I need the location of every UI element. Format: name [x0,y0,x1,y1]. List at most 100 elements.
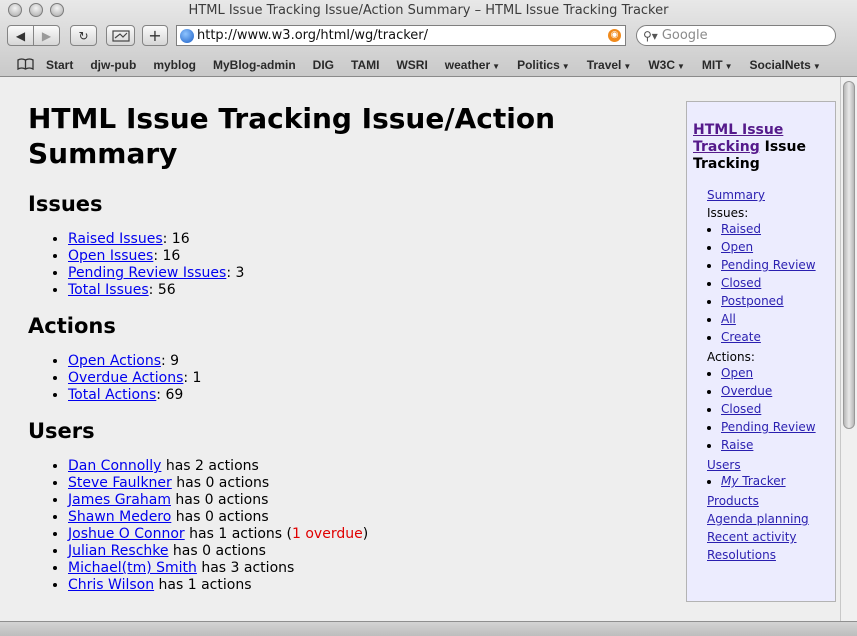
reload-button[interactable]: ↻ [70,25,97,46]
summary-link[interactable]: Total Actions [68,387,156,403]
summary-count: : 16 [153,248,181,264]
user-action-count: has 0 actions [168,543,266,559]
summary-count: : 69 [156,387,184,403]
sidebar-issue-link[interactable]: Pending Review [721,258,816,272]
sidebar-list-item: Open [721,366,829,381]
sidebar-issue-link[interactable]: Open [721,240,753,254]
bookmark-item[interactable]: SocialNets ▼ [750,58,821,72]
bookmarks-book-icon[interactable] [17,57,34,73]
user-link[interactable]: Steve Faulkner [68,475,172,491]
user-link[interactable]: Michael(tm) Smith [68,560,197,576]
bookmark-item[interactable]: WSRI [396,58,427,72]
user-action-count: has 0 actions [171,509,269,525]
summary-link[interactable]: Open Actions [68,353,161,369]
sidebar-action-link[interactable]: Overdue [721,384,772,398]
bookmark-item[interactable]: Travel ▼ [587,58,632,72]
summary-count: : 16 [162,231,190,247]
sidebar-list-item: All [721,312,829,327]
sidebar-actions-label: Actions: [707,350,755,364]
summary-count: : 1 [183,370,202,386]
dropdown-arrow-icon: ▼ [561,62,570,71]
bookmark-label: djw-pub [90,58,137,72]
bookmark-label: Politics [517,58,560,72]
user-link[interactable]: Chris Wilson [68,577,154,593]
browser-chrome: HTML Issue Tracking Issue/Action Summary… [0,0,857,77]
url-text: http://www.w3.org/html/wg/tracker/ [197,28,428,43]
issues-heading: Issues [28,192,103,216]
sidebar-link-my-tracker[interactable]: My Tracker [721,474,786,488]
summary-link[interactable]: Raised Issues [68,231,163,247]
sidebar-issue-links: Raised Open Pending Review Closed Postponed A… [693,222,829,345]
bookmark-item[interactable]: djw-pub [90,58,136,72]
back-button[interactable]: ◀ [7,25,34,46]
actions-heading: Actions [28,314,116,338]
bookmark-label: SocialNets [749,58,811,72]
sidebar-title: HTML Issue Tracking Issue Tracking [693,122,829,173]
dropdown-arrow-icon: ▼ [812,62,821,71]
rss-icon[interactable]: ◉ [608,29,621,42]
scrollbar-thumb[interactable] [843,81,855,429]
sidebar-action-link[interactable]: Open [721,366,753,380]
bookmark-item[interactable]: Politics ▼ [517,58,570,72]
sidebar-link-users[interactable]: Users [707,458,741,472]
user-link[interactable]: Julian Reschke [68,543,168,559]
sidebar-link-summary[interactable]: Summary [707,188,765,202]
snapshot-icon [111,29,130,42]
search-icon: ⚲▾ [643,28,658,43]
sidebar-action-link[interactable]: Closed [721,402,761,416]
bookmark-label: Travel [586,58,622,72]
address-bar[interactable]: http://www.w3.org/html/wg/tracker/ ◉ [176,25,626,46]
summary-count: : 3 [226,265,245,281]
summary-link[interactable]: Pending Review Issues [68,265,226,281]
bookmark-item[interactable]: DIG [313,58,334,72]
bookmark-item[interactable]: myblog [153,58,196,72]
sidebar-issue-link[interactable]: Postponed [721,294,784,308]
bookmark-item[interactable]: MIT ▼ [702,58,733,72]
list-item: Raised Issues: 16 [68,231,668,248]
add-bookmark-button[interactable]: + [142,25,168,46]
bookmark-item[interactable]: Start [46,58,73,72]
snapback-button[interactable] [106,25,135,46]
user-action-count: has 1 actions ( [184,526,292,542]
sidebar-link-resolutions[interactable]: Resolutions [707,548,776,562]
bookmark-label: myblog [153,58,196,72]
user-action-count: has 0 actions [170,492,269,508]
user-link[interactable]: James Graham [68,492,171,508]
user-link[interactable]: Dan Connolly [68,458,161,474]
forward-button[interactable]: ▶ [33,25,60,46]
sidebar-issue-link[interactable]: Create [721,330,761,344]
bookmark-item[interactable]: TAMI [351,58,379,72]
user-link[interactable]: Joshue O Connor [68,526,185,542]
sidebar-link-agenda[interactable]: Agenda planning [707,512,809,526]
my-tracker-text: Tracker [738,474,786,488]
sidebar-action-link[interactable]: Pending Review [721,420,816,434]
sidebar-link-products[interactable]: Products [707,494,759,508]
bookmark-label: WSRI [396,58,428,72]
bookmarks-bar: Start djw-pub myblog MyBlog-admin DIG TAMI WSR… [0,54,857,76]
sidebar-issue-link[interactable]: Closed [721,276,761,290]
bookmark-item[interactable]: MyBlog-admin [213,58,296,72]
sidebar-list-item: Closed [721,402,829,417]
sidebar-issue-link[interactable]: All [721,312,736,326]
summary-link[interactable]: Open Issues [68,248,153,264]
reload-icon: ↻ [78,28,89,43]
window-title: HTML Issue Tracking Issue/Action Summary… [188,3,669,18]
dropdown-arrow-icon: ▼ [623,62,632,71]
bookmark-item[interactable]: W3C ▼ [648,58,685,72]
sidebar-list-item: Raise [721,438,829,453]
back-arrow-icon: ◀ [15,28,26,43]
sidebar-link-recent[interactable]: Recent activity [707,530,797,544]
user-action-count: has 2 actions [161,458,259,474]
vertical-scrollbar[interactable] [840,77,857,621]
sidebar-list-item: Raised [721,222,829,237]
sidebar-list-item: Closed [721,276,829,291]
bookmark-item[interactable]: weather ▼ [445,58,500,72]
bookmark-label: Start [46,58,74,72]
sidebar-action-link[interactable]: Raise [721,438,753,452]
tracker-sidebar: HTML Issue Tracking Issue Tracking Summa… [686,101,836,602]
summary-link[interactable]: Total Issues [68,282,149,298]
sidebar-issue-link[interactable]: Raised [721,222,761,236]
user-link[interactable]: Shawn Medero [68,509,171,525]
search-field[interactable]: ⚲▾ Google [636,25,836,46]
summary-link[interactable]: Overdue Actions [68,370,183,386]
